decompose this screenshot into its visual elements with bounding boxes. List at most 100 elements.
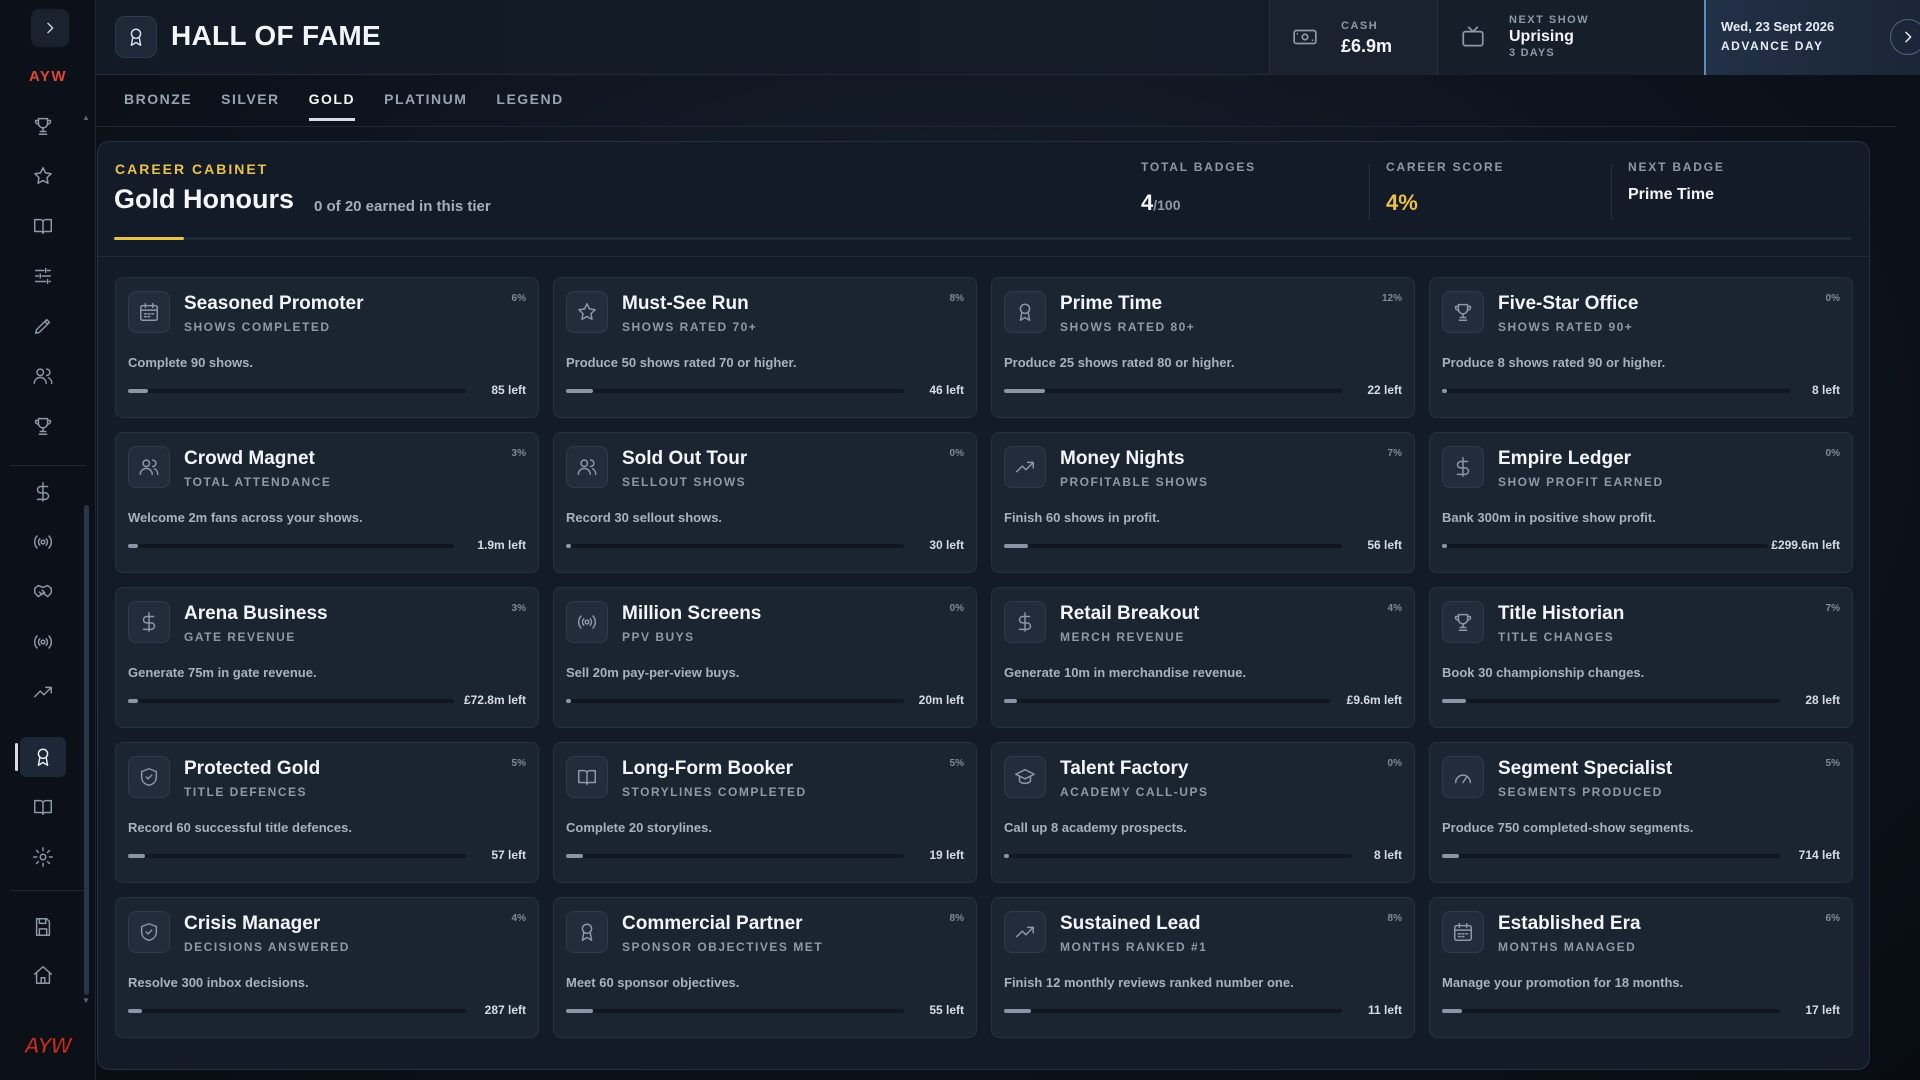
badge-card[interactable]: Money Nights PROFITABLE SHOWS 7% Finish 60 … bbox=[991, 432, 1415, 573]
sidebar-item-home[interactable] bbox=[20, 955, 66, 995]
badge-remaining: 85 left bbox=[491, 383, 526, 397]
badge-description: Produce 750 completed-show segments. bbox=[1442, 820, 1694, 835]
trend-icon bbox=[1004, 446, 1046, 488]
sliders-icon bbox=[32, 265, 54, 287]
dollar-icon bbox=[128, 601, 170, 643]
badge-card[interactable]: Retail Breakout MERCH REVENUE 4% Generate 1… bbox=[991, 587, 1415, 728]
sidebar-toggle-button[interactable] bbox=[31, 9, 69, 47]
badge-card[interactable]: Million Screens PPV BUYS 0% Sell 20m pay-pe… bbox=[553, 587, 977, 728]
advance-day-button[interactable]: Wed, 23 Sept 2026 ADVANCE DAY bbox=[1704, 0, 1920, 75]
badge-progress-bar bbox=[566, 854, 904, 858]
badge-card[interactable]: Empire Ledger SHOW PROFIT EARNED 0% Bank 30… bbox=[1429, 432, 1853, 573]
award-icon bbox=[115, 16, 157, 58]
badge-card[interactable]: Long-Form Booker STORYLINES COMPLETED 5% Co… bbox=[553, 742, 977, 883]
badge-title: Arena Business bbox=[184, 603, 328, 624]
badge-progress-fill bbox=[128, 854, 145, 858]
chevron-right-icon bbox=[42, 20, 58, 36]
sidebar-item-save[interactable] bbox=[20, 907, 66, 947]
badge-progress-bar bbox=[128, 544, 454, 548]
badge-percent: 6% bbox=[1825, 913, 1840, 924]
total-badges-value: 4/100 bbox=[1141, 190, 1181, 215]
badge-title: Talent Factory bbox=[1060, 758, 1189, 779]
tab-bronze[interactable]: BRONZE bbox=[124, 91, 192, 121]
badge-card[interactable]: Seasoned Promoter SHOWS COMPLETED 6% Comple… bbox=[115, 277, 539, 418]
sidebar-item-broadcast[interactable] bbox=[20, 522, 66, 562]
scroll-up-icon[interactable]: ▲ bbox=[82, 113, 90, 122]
career-score-label: CAREER SCORE bbox=[1386, 160, 1505, 174]
handshake-icon bbox=[32, 581, 54, 603]
home-icon bbox=[32, 964, 54, 986]
sidebar-item-trophy[interactable] bbox=[20, 406, 66, 446]
badge-progress-fill bbox=[566, 854, 583, 858]
badge-card[interactable]: Segment Specialist SEGMENTS PRODUCED 5% Pro… bbox=[1429, 742, 1853, 883]
gauge-icon bbox=[1442, 756, 1484, 798]
badge-card[interactable]: Five-Star Office SHOWS RATED 90+ 0% Produce… bbox=[1429, 277, 1853, 418]
badge-remaining: 56 left bbox=[1367, 538, 1402, 552]
sidebar-item-trend[interactable] bbox=[20, 672, 66, 712]
badge-card[interactable]: Commercial Partner SPONSOR OBJECTIVES MET… bbox=[553, 897, 977, 1038]
badge-progress-bar bbox=[1004, 544, 1342, 548]
badge-card[interactable]: Established Era MONTHS MANAGED 6% Manage yo… bbox=[1429, 897, 1853, 1038]
badge-progress-bar bbox=[1442, 1009, 1780, 1013]
book-icon bbox=[32, 796, 54, 818]
tab-gold[interactable]: GOLD bbox=[308, 91, 356, 121]
badge-description: Book 30 championship changes. bbox=[1442, 665, 1645, 680]
dollar-icon bbox=[1004, 601, 1046, 643]
sidebar-item-users[interactable] bbox=[20, 356, 66, 396]
badge-remaining: 1.9m left bbox=[477, 538, 526, 552]
tab-legend[interactable]: LEGEND bbox=[496, 91, 563, 121]
badge-card[interactable]: Must-See Run SHOWS RATED 70+ 8% Produce 50 … bbox=[553, 277, 977, 418]
badge-remaining: 714 left bbox=[1798, 848, 1840, 862]
badge-card[interactable]: Crisis Manager DECISIONS ANSWERED 4% Resolv… bbox=[115, 897, 539, 1038]
sidebar-item-sliders[interactable] bbox=[20, 256, 66, 296]
sidebar-item-book[interactable] bbox=[20, 206, 66, 246]
badge-card[interactable]: Prime Time SHOWS RATED 80+ 12% Produce 25 s… bbox=[991, 277, 1415, 418]
sidebar-item-award[interactable] bbox=[15, 737, 66, 777]
cash-widget[interactable]: CASH £6.9m bbox=[1269, 0, 1437, 75]
badge-title: Five-Star Office bbox=[1498, 293, 1639, 314]
badge-card[interactable]: Talent Factory ACADEMY CALL-UPS 0% Call up … bbox=[991, 742, 1415, 883]
badge-subtitle: TITLE DEFENCES bbox=[184, 785, 308, 799]
badge-card[interactable]: Protected Gold TITLE DEFENCES 5% Record 60 … bbox=[115, 742, 539, 883]
scroll-down-icon[interactable]: ▼ bbox=[82, 996, 90, 1005]
badge-percent: 7% bbox=[1387, 448, 1402, 459]
badge-title: Long-Form Booker bbox=[622, 758, 793, 779]
save-icon bbox=[32, 916, 54, 938]
badge-progress-bar bbox=[1442, 854, 1780, 858]
badge-description: Complete 90 shows. bbox=[128, 355, 253, 370]
badge-card[interactable]: Title Historian TITLE CHANGES 7% Book 30 ch… bbox=[1429, 587, 1853, 728]
badge-card[interactable]: Sustained Lead MONTHS RANKED #1 8% Finish 1… bbox=[991, 897, 1415, 1038]
next-show-widget[interactable]: NEXT SHOW Uprising 3 DAYS bbox=[1437, 0, 1704, 75]
star-icon bbox=[32, 165, 54, 187]
sidebar-scrollbar[interactable] bbox=[84, 505, 89, 995]
next-badge-stat: NEXT BADGE Prime Time bbox=[1628, 160, 1725, 204]
award-icon bbox=[32, 746, 54, 768]
sidebar-item-trophy[interactable] bbox=[20, 106, 66, 146]
badge-percent: 0% bbox=[949, 448, 964, 459]
badge-card[interactable]: Arena Business GATE REVENUE 3% Generate 75m… bbox=[115, 587, 539, 728]
sidebar-item-handshake[interactable] bbox=[20, 572, 66, 612]
cabinet-kicker: CAREER CABINET bbox=[115, 161, 269, 177]
badge-progress-bar bbox=[1004, 389, 1342, 393]
sidebar-item-book[interactable] bbox=[20, 787, 66, 827]
tab-platinum[interactable]: PLATINUM bbox=[384, 91, 467, 121]
sidebar-item-broadcast[interactable] bbox=[20, 622, 66, 662]
badge-percent: 12% bbox=[1381, 293, 1402, 304]
advance-arrow-button[interactable] bbox=[1890, 19, 1920, 55]
badge-remaining: 287 left bbox=[484, 1003, 526, 1017]
badge-progress-fill bbox=[1004, 544, 1028, 548]
sidebar-item-dollar[interactable] bbox=[20, 472, 66, 512]
badge-card[interactable]: Crowd Magnet TOTAL ATTENDANCE 3% Welcome 2m… bbox=[115, 432, 539, 573]
sidebar-item-pencil[interactable] bbox=[20, 306, 66, 346]
badge-remaining: 22 left bbox=[1367, 383, 1402, 397]
sidebar-item-gear[interactable] bbox=[20, 837, 66, 877]
badge-subtitle: MERCH REVENUE bbox=[1060, 630, 1185, 644]
shield-icon bbox=[128, 756, 170, 798]
badge-title: Sustained Lead bbox=[1060, 913, 1201, 934]
page-title: HALL OF FAME bbox=[171, 20, 381, 51]
sidebar-item-star[interactable] bbox=[20, 156, 66, 196]
badge-subtitle: TITLE CHANGES bbox=[1498, 630, 1615, 644]
badge-card[interactable]: Sold Out Tour SELLOUT SHOWS 0% Record 30 se… bbox=[553, 432, 977, 573]
tab-silver[interactable]: SILVER bbox=[221, 91, 280, 121]
badge-remaining: 55 left bbox=[929, 1003, 964, 1017]
